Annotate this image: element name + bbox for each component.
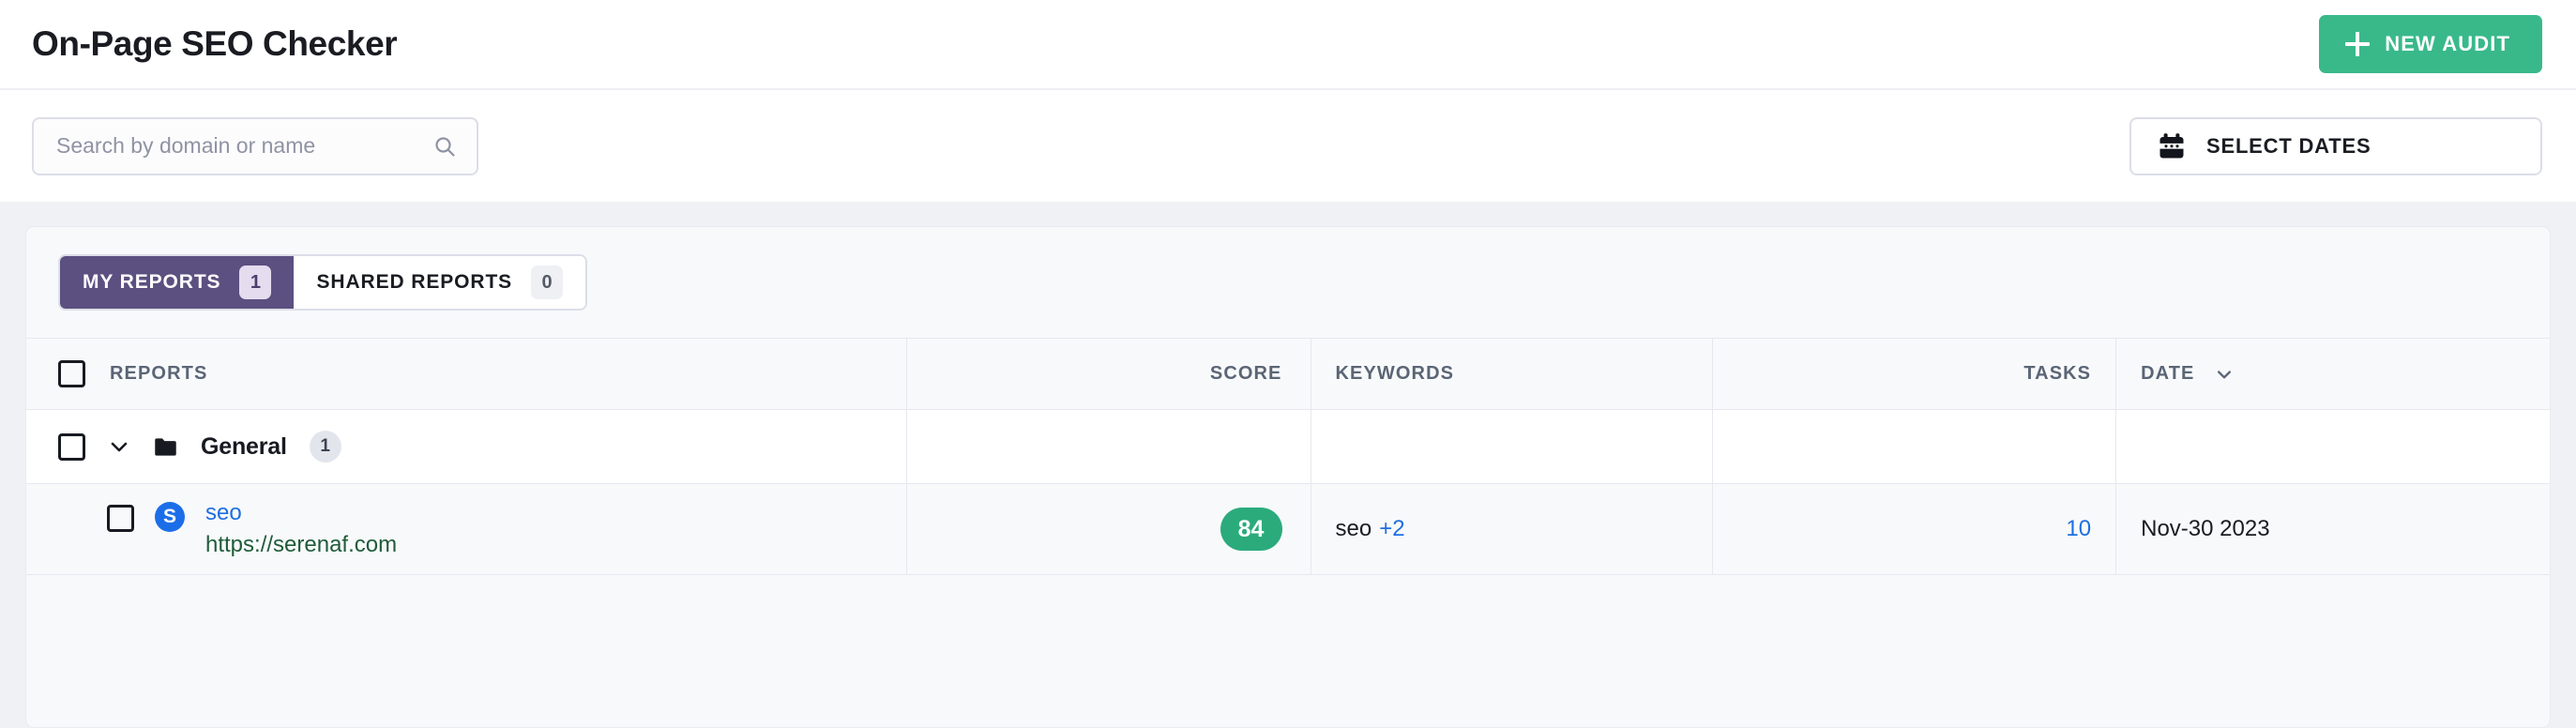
tabs: MY REPORTS 1 SHARED REPORTS 0 — [58, 254, 588, 311]
tab-my-reports[interactable]: MY REPORTS 1 — [60, 256, 295, 309]
column-header-score[interactable]: SCORE — [906, 338, 1311, 410]
column-header-keywords-label: KEYWORDS — [1335, 363, 1455, 384]
column-header-reports: REPORTS — [26, 338, 907, 410]
score-cell: 84 — [906, 483, 1311, 575]
report-url-link[interactable]: https://serenaf.com — [205, 532, 397, 557]
tab-shared-reports-label: SHARED REPORTS — [316, 271, 513, 293]
chevron-down-icon[interactable] — [2215, 365, 2234, 384]
column-header-date[interactable]: DATE — [2115, 338, 2550, 410]
tab-my-reports-count: 1 — [239, 265, 272, 299]
folder-keywords-cell — [1310, 409, 1713, 484]
table-header-row: REPORTS SCORE KEYWORDS TASKS DATE — [26, 338, 2550, 410]
page-title: On-Page SEO Checker — [32, 24, 398, 63]
select-dates-label: SELECT DATES — [2206, 133, 2371, 158]
folder-icon — [155, 437, 176, 456]
folder-score-cell — [906, 409, 1311, 484]
row-checkbox[interactable] — [107, 505, 134, 533]
tasks-link[interactable]: 10 — [2066, 516, 2091, 541]
toolbar: SELECT DATES — [0, 90, 2576, 202]
column-header-date-label: DATE — [2141, 363, 2195, 384]
table-row-folder[interactable]: General 1 — [26, 409, 2550, 484]
reports-table: REPORTS SCORE KEYWORDS TASKS DATE Genera… — [26, 338, 2550, 575]
tabs-row: MY REPORTS 1 SHARED REPORTS 0 — [26, 227, 2550, 338]
column-header-score-label: SCORE — [1209, 363, 1282, 384]
keywords-more-link[interactable]: +2 — [1379, 516, 1404, 541]
folder-date-cell — [2115, 409, 2550, 484]
reports-card: MY REPORTS 1 SHARED REPORTS 0 REPORTS SC… — [25, 226, 2551, 728]
report-cell: S seo https://serenaf.com — [26, 483, 907, 575]
search-box[interactable] — [32, 116, 478, 175]
folder-checkbox[interactable] — [58, 432, 85, 461]
column-header-tasks-label: TASKS — [2023, 363, 2092, 384]
folder-cell: General 1 — [26, 409, 907, 484]
search-icon — [435, 136, 455, 157]
column-header-reports-label: REPORTS — [110, 363, 208, 384]
chevron-down-icon[interactable] — [108, 435, 130, 458]
folder-name: General — [201, 432, 287, 460]
tasks-cell: 10 — [1711, 483, 2116, 575]
score-badge: 84 — [1220, 508, 1282, 551]
folder-count-badge: 1 — [309, 431, 341, 463]
avatar: S — [155, 502, 185, 533]
page-body: MY REPORTS 1 SHARED REPORTS 0 REPORTS SC… — [0, 202, 2576, 728]
keywords-value: seo — [1335, 516, 1372, 541]
new-audit-button[interactable]: NEW AUDIT — [2319, 15, 2542, 73]
date-cell: Nov-30 2023 — [2115, 483, 2550, 575]
tab-shared-reports-count: 0 — [531, 265, 564, 299]
tab-my-reports-label: MY REPORTS — [83, 271, 221, 293]
plus-icon — [2345, 32, 2371, 56]
select-all-checkbox[interactable] — [58, 360, 85, 387]
column-header-keywords[interactable]: KEYWORDS — [1310, 338, 1713, 410]
page-header: On-Page SEO Checker NEW AUDIT — [0, 0, 2576, 90]
column-header-tasks[interactable]: TASKS — [1711, 338, 2116, 410]
tab-shared-reports[interactable]: SHARED REPORTS 0 — [294, 256, 586, 309]
search-input[interactable] — [56, 133, 420, 159]
report-name-link[interactable]: seo — [205, 500, 397, 525]
table-row[interactable]: S seo https://serenaf.com 84 seo +2 10 N… — [26, 483, 2550, 575]
calendar-icon — [2159, 132, 2184, 158]
new-audit-label: NEW AUDIT — [2385, 32, 2510, 55]
keywords-cell: seo +2 — [1310, 483, 1713, 575]
select-dates-button[interactable]: SELECT DATES — [2129, 116, 2542, 175]
folder-tasks-cell — [1711, 409, 2116, 484]
